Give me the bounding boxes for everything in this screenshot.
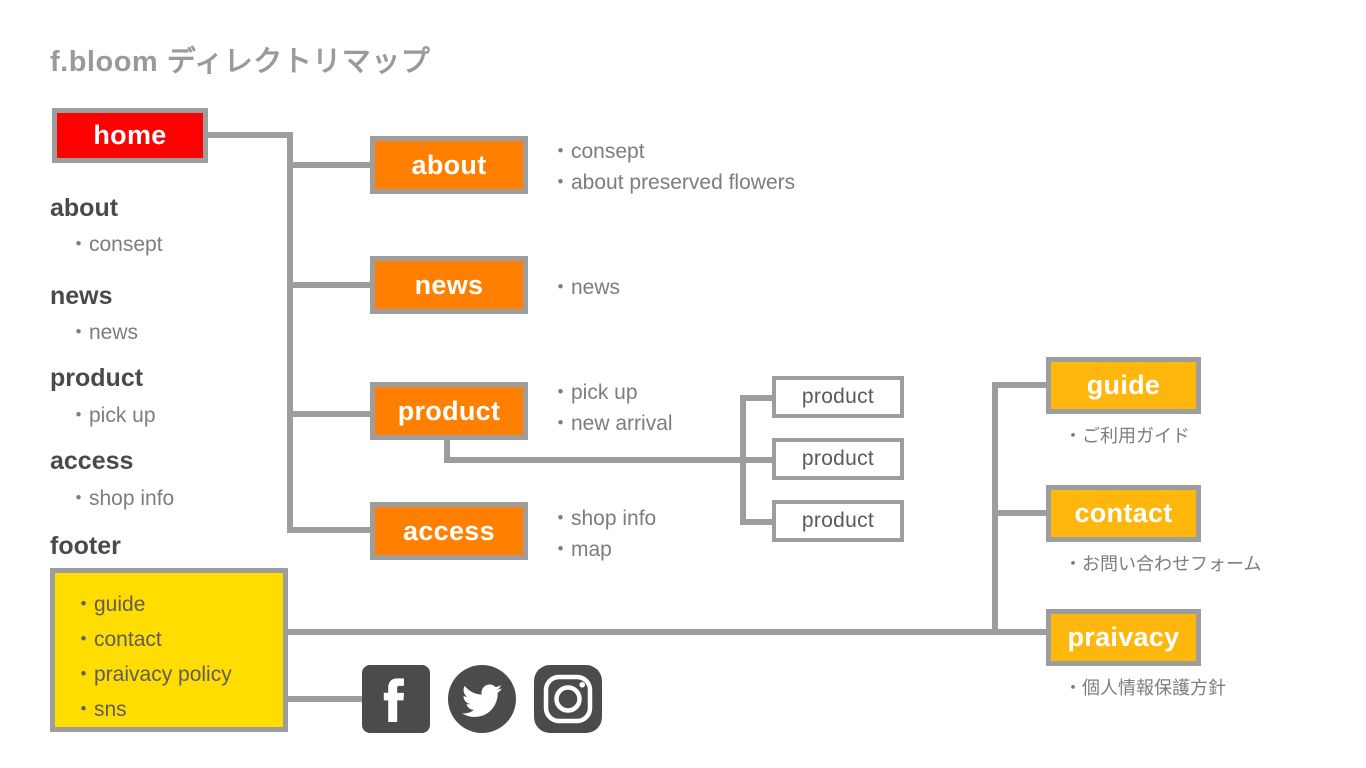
page-title: f.bloom ディレクトリマップ — [50, 46, 431, 78]
footer-links-box[interactable]: ・guide ・contact ・praivacy policy ・sns — [50, 568, 288, 732]
caption-access-line-1: ・shop info — [550, 507, 657, 530]
caption-about-line-2: ・about preserved flowers — [550, 171, 796, 194]
twitter-icon[interactable] — [448, 665, 516, 733]
directory-map-diagram: f.bloom ディレクトリマップ home about news produc… — [0, 0, 1366, 768]
menu-head-access: access — [50, 447, 134, 475]
footer-item-guide[interactable]: ・guide — [73, 587, 283, 622]
node-product-sub-1-label: product — [801, 385, 875, 408]
node-product-sub-3[interactable]: product — [772, 500, 904, 542]
caption-praivacy: ・個人情報保護方針 — [1064, 673, 1226, 704]
footer-item-sns[interactable]: ・sns — [73, 692, 283, 727]
caption-access-line-2: ・map — [550, 538, 612, 561]
menu-head-product: product — [50, 364, 144, 392]
connector-subproduct-1 — [740, 395, 776, 401]
node-home[interactable]: home — [52, 108, 208, 163]
caption-praivacy-line-1: ・個人情報保護方針 — [1064, 678, 1226, 698]
node-access[interactable]: access — [370, 502, 528, 560]
connector-branch-product — [287, 411, 373, 417]
node-news[interactable]: news — [370, 256, 528, 314]
caption-contact: ・お問い合わせフォーム — [1064, 549, 1261, 580]
footer-item-contact[interactable]: ・contact — [73, 622, 283, 657]
facebook-icon[interactable] — [362, 665, 430, 733]
connector-footer-to-right — [288, 629, 998, 635]
caption-news-line-1: ・news — [550, 276, 621, 299]
connector-branch-access — [287, 527, 373, 533]
caption-product: ・pick up ・new arrival — [550, 377, 673, 439]
node-product[interactable]: product — [370, 382, 528, 440]
menu-sub-news: ・news — [68, 321, 139, 344]
caption-about: ・consept ・about preserved flowers — [550, 136, 795, 198]
node-about[interactable]: about — [370, 136, 528, 194]
connector-product-to-subtrunk — [444, 457, 774, 463]
node-product-sub-3-label: product — [801, 509, 875, 532]
menu-sub-access: ・shop info — [68, 487, 175, 510]
caption-news: ・news — [550, 272, 620, 303]
caption-product-line-2: ・new arrival — [550, 412, 673, 435]
node-praivacy[interactable]: praivacy — [1046, 609, 1201, 666]
footer-item-praivacy-policy[interactable]: ・praivacy policy — [73, 657, 283, 692]
caption-guide: ・ご利用ガイド — [1064, 421, 1190, 452]
connector-branch-news — [287, 282, 373, 288]
caption-contact-line-1: ・お問い合わせフォーム — [1064, 554, 1262, 574]
connector-footer-to-sns — [288, 696, 368, 702]
node-home-label: home — [93, 120, 167, 150]
node-praivacy-label: praivacy — [1067, 622, 1180, 652]
node-news-label: news — [414, 269, 484, 300]
instagram-icon[interactable] — [534, 665, 602, 733]
connector-home-horizontal — [208, 132, 293, 138]
connector-branch-contact — [992, 510, 1048, 516]
node-product-label: product — [397, 395, 501, 426]
connector-subproduct-2 — [740, 457, 776, 463]
menu-head-news: news — [50, 282, 113, 310]
node-guide-label: guide — [1086, 370, 1161, 400]
node-product-sub-2-label: product — [801, 447, 875, 470]
node-about-label: about — [411, 149, 487, 180]
caption-product-line-1: ・pick up — [550, 381, 638, 404]
caption-guide-line-1: ・ご利用ガイド — [1064, 426, 1190, 446]
node-access-label: access — [403, 515, 495, 546]
node-contact[interactable]: contact — [1046, 485, 1201, 542]
connector-right-trunk — [992, 382, 998, 635]
connector-main-trunk — [287, 132, 293, 533]
node-contact-label: contact — [1074, 498, 1173, 528]
node-product-sub-1[interactable]: product — [772, 376, 904, 418]
menu-sub-product: ・pick up — [68, 404, 156, 427]
connector-branch-about — [287, 162, 373, 168]
node-product-sub-2[interactable]: product — [772, 438, 904, 480]
connector-branch-praivacy — [992, 629, 1048, 635]
menu-head-about: about — [50, 194, 119, 222]
caption-about-line-1: ・consept — [550, 140, 645, 163]
menu-head-footer: footer — [50, 532, 121, 560]
caption-access: ・shop info ・map — [550, 503, 656, 565]
connector-branch-guide — [992, 382, 1048, 388]
connector-subproduct-3 — [740, 519, 776, 525]
menu-sub-about: ・consept — [68, 233, 163, 256]
node-guide[interactable]: guide — [1046, 357, 1201, 414]
